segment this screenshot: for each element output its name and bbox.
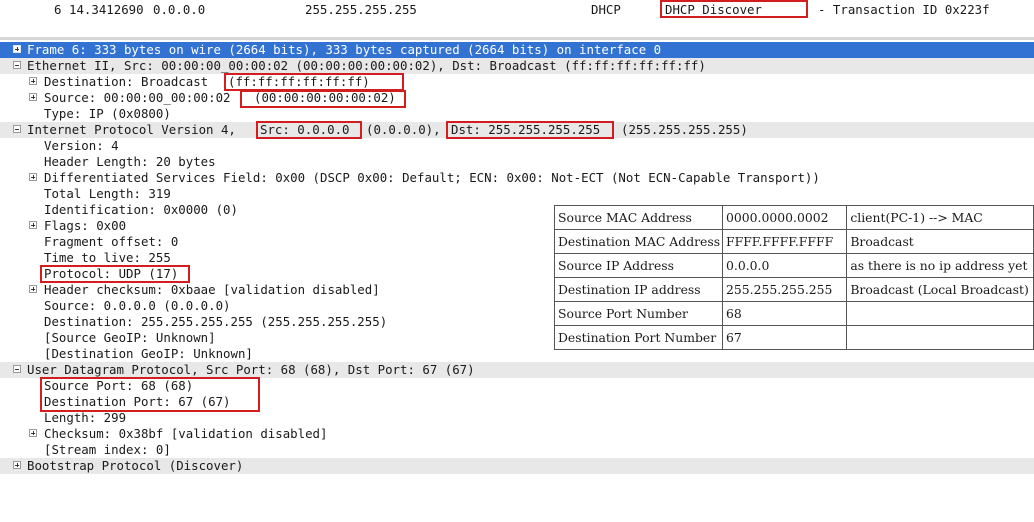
tree-udp[interactable]: User Datagram Protocol, Src Port: 68 (68… bbox=[0, 362, 1034, 378]
packet-number: 6 bbox=[54, 2, 62, 17]
tree-udp-stream-index[interactable]: [Stream index: 0] bbox=[0, 442, 1034, 458]
tree-ip-dsfield[interactable]: Differentiated Services Field: 0x00 (DSC… bbox=[0, 170, 1034, 186]
tree-udp-checksum[interactable]: Checksum: 0x38bf [validation disabled] bbox=[0, 426, 1034, 442]
address-summary-table: Source MAC Address 0000.0000.0002 client… bbox=[554, 205, 1034, 350]
expand-icon[interactable] bbox=[29, 93, 37, 101]
highlight-ip-src bbox=[256, 121, 362, 139]
collapse-icon[interactable] bbox=[13, 125, 21, 133]
table-row: Source MAC Address 0000.0000.0002 client… bbox=[554, 205, 1034, 230]
highlight-eth-dst-mac bbox=[224, 73, 404, 91]
highlight-ip-protocol bbox=[40, 265, 190, 283]
highlight-ip-dst bbox=[446, 121, 614, 139]
tree-frame[interactable]: Frame 6: 333 bytes on wire (2664 bits), … bbox=[0, 42, 1034, 58]
expand-icon[interactable] bbox=[29, 77, 37, 85]
expand-icon[interactable] bbox=[13, 45, 21, 53]
pane-divider[interactable] bbox=[0, 37, 1034, 40]
table-row: Source Port Number 68 bbox=[554, 301, 1034, 326]
expand-icon[interactable] bbox=[29, 221, 37, 229]
highlight-udp-ports bbox=[40, 377, 260, 412]
tree-ethernet[interactable]: Ethernet II, Src: 00:00:00_00:00:02 (00:… bbox=[0, 58, 1034, 74]
packet-source: 0.0.0.0 bbox=[153, 2, 206, 17]
highlight-eth-src-mac bbox=[240, 90, 406, 108]
expand-icon[interactable] bbox=[29, 173, 37, 181]
tree-eth-destination[interactable]: Destination: Broadcast (ff:ff:ff:ff:ff:f… bbox=[0, 74, 1034, 90]
tree-eth-type[interactable]: Type: IP (0x0800) bbox=[0, 106, 1034, 122]
table-row: Destination IP address 255.255.255.255 B… bbox=[554, 277, 1034, 302]
expand-icon[interactable] bbox=[29, 285, 37, 293]
tree-ip-total-length[interactable]: Total Length: 319 bbox=[0, 186, 1034, 202]
table-row: Source IP Address 0.0.0.0 as there is no… bbox=[554, 253, 1034, 278]
packet-time: 14.3412690 bbox=[69, 2, 144, 17]
packet-destination: 255.255.255.255 bbox=[305, 2, 417, 17]
highlight-dhcp-discover bbox=[660, 0, 808, 18]
collapse-icon[interactable] bbox=[13, 61, 21, 69]
tree-bootp[interactable]: Bootstrap Protocol (Discover) bbox=[0, 458, 1034, 474]
tree-ip-version[interactable]: Version: 4 bbox=[0, 138, 1034, 154]
packet-list-row[interactable]: 6 14.3412690 0.0.0.0 255.255.255.255 DHC… bbox=[0, 0, 1034, 19]
tree-udp-length[interactable]: Length: 299 bbox=[0, 410, 1034, 426]
expand-icon[interactable] bbox=[29, 429, 37, 437]
packet-info-rest: - Transaction ID 0x223f bbox=[818, 2, 990, 17]
packet-protocol: DHCP bbox=[591, 2, 621, 17]
table-row: Destination Port Number 67 bbox=[554, 325, 1034, 350]
collapse-icon[interactable] bbox=[13, 365, 21, 373]
tree-eth-source[interactable]: Source: 00:00:00_00:00:02 (00:00:00:00:0… bbox=[0, 90, 1034, 106]
table-row: Destination MAC Address FFFF.FFFF.FFFF B… bbox=[554, 229, 1034, 254]
tree-ip-header-length[interactable]: Header Length: 20 bytes bbox=[0, 154, 1034, 170]
expand-icon[interactable] bbox=[13, 461, 21, 469]
